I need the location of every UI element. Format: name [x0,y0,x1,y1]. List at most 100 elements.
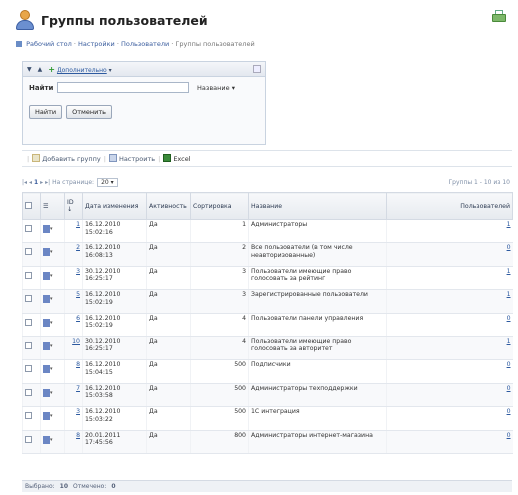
settings-button[interactable]: Настроить [108,154,155,163]
row-actions-menu[interactable]: ▾ [40,242,65,267]
table-footer: Выбрано: 10 Отмечено: 0 [22,480,512,492]
home-icon [16,41,22,47]
cell-users[interactable]: 0 [386,383,513,408]
cell-id[interactable]: 3 [64,406,83,431]
row-actions-menu[interactable]: ▾ [40,359,65,384]
row-menu-icon [43,435,50,444]
cell-name: Пользователи имеющие право голосовать за… [248,266,387,291]
cell-date: 30.12.2010 16:25:17 [82,266,147,291]
breadcrumb-item-current: Группы пользователей [175,40,255,48]
cell-users[interactable]: 0 [386,359,513,384]
column-header-users[interactable]: Пользователей [386,192,513,220]
row-checkbox[interactable] [22,313,41,337]
breadcrumb-item-settings[interactable]: Настройки [78,40,115,48]
row-checkbox[interactable] [22,336,41,361]
row-actions-menu[interactable]: ▾ [40,336,65,361]
table-row[interactable]: ▾ 7 16.12.2010 15:03:58 Да 500 Администраторы… [22,383,513,408]
cell-sort: 4 [190,336,249,361]
column-header-sort[interactable]: Сортировка [190,192,249,220]
cell-users[interactable]: 1 [386,266,513,291]
column-header-name[interactable]: Название [248,192,387,220]
print-icon[interactable] [492,10,506,23]
cell-sort: 500 [190,383,249,408]
prev-page-icon[interactable]: ◂ [29,179,32,186]
cell-name: Администраторы [248,219,387,244]
cell-users[interactable]: 1 [386,336,513,361]
filter-panel: ▼ ▲ + Дополнительно ▾ Найти Название ▾ На… [22,61,266,145]
cell-active: Да [146,336,191,361]
filter-menu-up-icon[interactable]: ▲ [38,66,43,73]
cell-users[interactable]: 1 [386,289,513,314]
filter-more-button[interactable]: + Дополнительно ▾ [48,65,111,74]
cell-active: Да [146,359,191,384]
column-header-id[interactable]: ID ↓ [64,192,83,220]
cell-date: 16.12.2010 15:04:15 [82,359,147,384]
row-actions-menu[interactable]: ▾ [40,219,65,244]
first-page-icon[interactable]: |◂ [22,179,27,186]
table-row[interactable]: ▾ 3 16.12.2010 15:03:22 Да 500 1С интеграция 0 [22,406,513,431]
search-input[interactable] [57,82,189,93]
cell-id[interactable]: 1 [64,219,83,244]
row-checkbox[interactable] [22,359,41,384]
row-checkbox[interactable] [22,242,41,267]
cell-id[interactable]: 8 [64,359,83,384]
excel-button[interactable]: Excel [163,154,191,163]
cell-id[interactable]: 5 [64,289,83,314]
cell-id[interactable]: 8 [64,430,83,454]
grid-icon[interactable] [253,65,261,73]
row-checkbox[interactable] [22,383,41,408]
cell-users[interactable]: 0 [386,242,513,267]
table-row[interactable]: ▾ 2 16.12.2010 16:08:13 Да 2 Все пользователи… [22,242,513,267]
cell-id[interactable]: 7 [64,383,83,408]
row-actions-menu[interactable]: ▾ [40,383,65,408]
cancel-button[interactable]: Отменить [66,105,113,119]
cell-id[interactable]: 3 [64,266,83,291]
cell-users[interactable]: 0 [386,313,513,337]
columns-settings-icon[interactable]: ☰ [40,192,65,220]
cell-name: Пользователи панели управления [248,313,387,337]
cell-users[interactable]: 0 [386,430,513,454]
table-row[interactable]: ▾ 8 20.01.2011 17:45:56 Да 800 Администраторы… [22,430,513,454]
row-checkbox[interactable] [22,289,41,314]
row-actions-menu[interactable]: ▾ [40,289,65,314]
filter-menu-down-icon[interactable]: ▼ [27,66,32,73]
select-all-checkbox[interactable] [22,192,41,220]
current-page[interactable]: 1 [34,179,38,186]
add-group-button[interactable]: Добавить группу [32,154,101,163]
field-select[interactable]: Название ▾ [197,84,235,92]
cell-id[interactable]: 6 [64,313,83,337]
row-menu-icon [43,248,50,257]
per-page-select[interactable]: 20 ▾ [97,177,118,187]
table-row[interactable]: ▾ 10 30.12.2010 16:25:17 Да 4 Пользователи им… [22,336,513,361]
last-page-icon[interactable]: ▸| [45,179,50,186]
table-row[interactable]: ▾ 6 16.12.2010 15:02:19 Да 4 Пользователи пан… [22,313,513,337]
row-checkbox[interactable] [22,266,41,291]
column-header-active[interactable]: Активность [146,192,191,220]
cell-date: 16.12.2010 16:08:13 [82,242,147,267]
table-row[interactable]: ▾ 5 16.12.2010 15:02:19 Да 3 Зарегистрированн… [22,289,513,314]
cell-users[interactable]: 1 [386,219,513,244]
cell-id[interactable]: 2 [64,242,83,267]
table-row[interactable]: ▾ 8 16.12.2010 15:04:15 Да 500 Подписчики 0 [22,359,513,384]
row-actions-menu[interactable]: ▾ [40,266,65,291]
breadcrumb-item-users[interactable]: Пользователи [121,40,169,48]
row-menu-icon [43,412,50,421]
breadcrumb-item-desktop[interactable]: Рабочий стол [26,40,72,48]
row-actions-menu[interactable]: ▾ [40,406,65,431]
row-checkbox[interactable] [22,406,41,431]
row-checkbox[interactable] [22,219,41,244]
row-actions-menu[interactable]: ▾ [40,313,65,337]
table-row[interactable]: ▾ 3 30.12.2010 16:25:17 Да 3 Пользователи име… [22,266,513,291]
cell-date: 16.12.2010 15:03:22 [82,406,147,431]
find-button[interactable]: Найти [29,105,63,119]
groups-table: ☰ ID ↓ Дата изменения Активность Сортиро… [22,192,513,454]
row-actions-menu[interactable]: ▾ [40,430,65,454]
row-checkbox[interactable] [22,430,41,454]
pager: |◂ ◂ 1 ▸ ▸| На странице: 20 ▾ Группы 1 -… [22,176,512,188]
cell-sort: 4 [190,313,249,337]
next-page-icon[interactable]: ▸ [40,179,43,186]
column-header-date[interactable]: Дата изменения [82,192,147,220]
table-row[interactable]: ▾ 1 16.12.2010 15:02:16 Да 1 Администраторы 1 [22,219,513,244]
cell-id[interactable]: 10 [64,336,83,361]
cell-users[interactable]: 0 [386,406,513,431]
